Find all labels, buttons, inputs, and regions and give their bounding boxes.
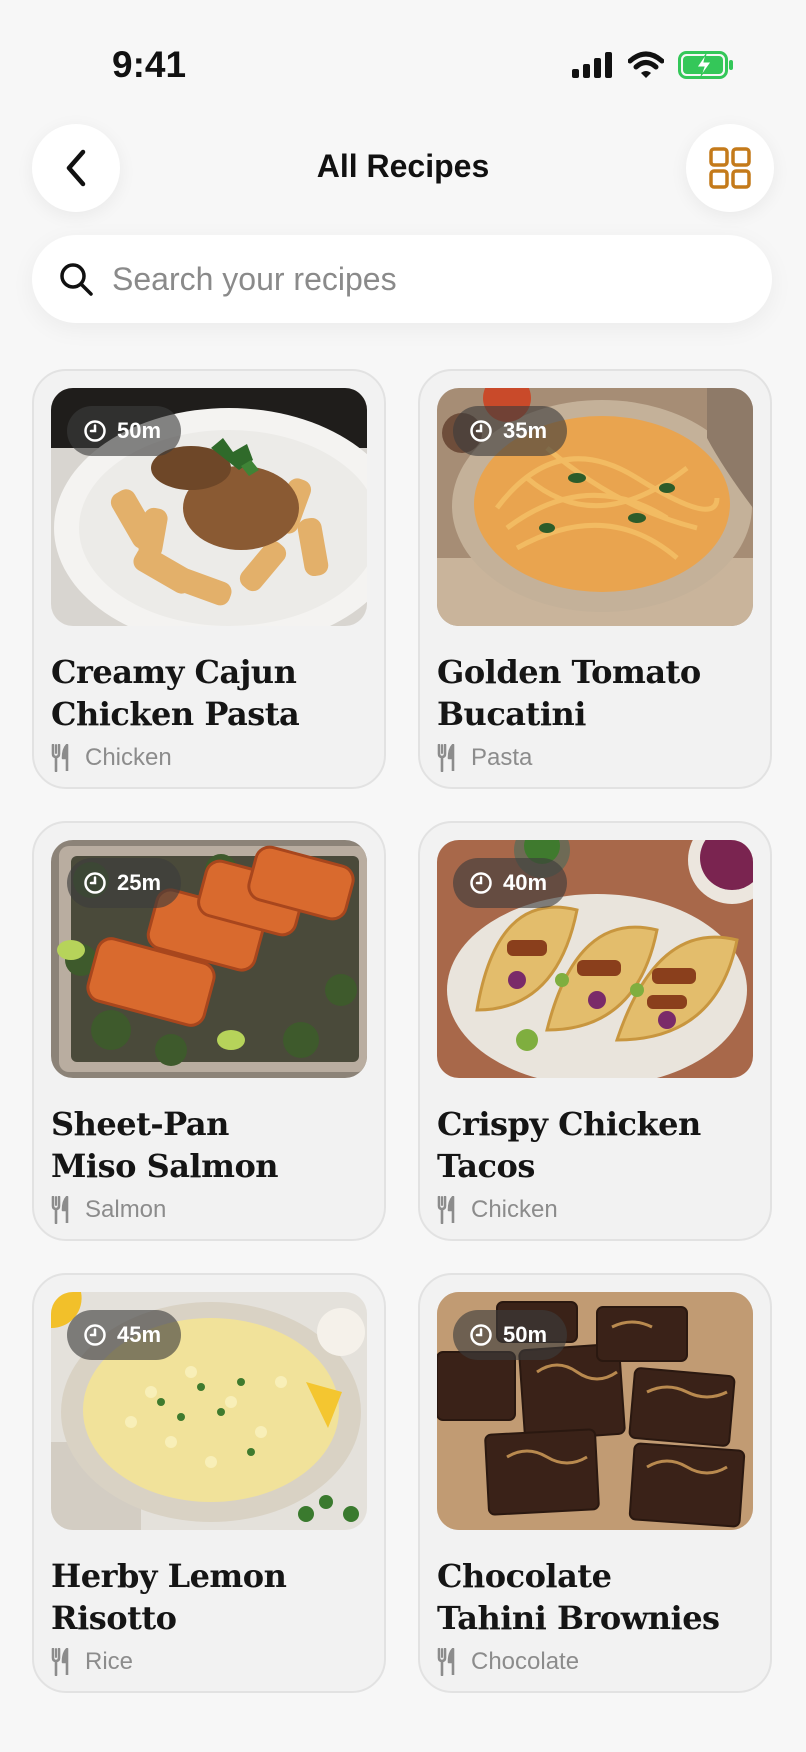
clock-icon (470, 420, 492, 442)
clock-icon (84, 872, 106, 894)
status-icons (572, 48, 734, 82)
recipe-card[interactable]: 45m Herby Lemon Risotto Rice (32, 1273, 386, 1693)
time-label: 45m (117, 1322, 162, 1347)
recipe-title: Sheet-Pan Miso Salmon (51, 1103, 371, 1187)
search-bar[interactable] (32, 235, 772, 323)
recipe-title-line: Herby Lemon (51, 1557, 287, 1595)
fork-knife-icon (437, 744, 455, 772)
recipe-title-line: Bucatini (437, 695, 586, 733)
category-label: Rice (85, 1648, 134, 1675)
clock-icon (84, 420, 106, 442)
recipe-title: Crispy Chicken Tacos (437, 1103, 757, 1187)
recipe-category: Rice (51, 1647, 133, 1677)
recipe-card[interactable]: 25m Sheet-Pan Miso Salmon Salmon (32, 821, 386, 1241)
battery-charging-icon (678, 51, 733, 79)
wifi-icon (628, 51, 664, 78)
category-label: Chicken (471, 1196, 558, 1223)
time-label: 25m (117, 870, 162, 895)
time-badge: 40m (453, 858, 568, 908)
time-label: 50m (503, 1322, 548, 1347)
search-icon (60, 263, 93, 296)
recipe-photo: 50m (51, 388, 367, 626)
cellular-signal-icon (572, 52, 612, 78)
search-input[interactable] (112, 260, 712, 298)
recipe-grid: 50m Creamy Cajun Chicken Pasta Chicken 3… (32, 369, 772, 1693)
fork-knife-icon (51, 1648, 69, 1676)
category-label: Salmon (85, 1196, 167, 1223)
recipe-title-line: Risotto (51, 1599, 177, 1637)
time-badge: 50m (67, 406, 182, 456)
recipe-photo: 45m (51, 1292, 367, 1530)
recipe-title: Herby Lemon Risotto (51, 1555, 371, 1639)
recipe-title-line: Golden Tomato (437, 653, 701, 691)
recipe-category: Salmon (51, 1195, 166, 1225)
recipe-photo: 40m (437, 840, 753, 1078)
time-badge: 35m (453, 406, 568, 456)
status-bar: 9:41 (0, 0, 806, 120)
recipe-title-line: Sheet-Pan (51, 1105, 229, 1143)
header: All Recipes (0, 120, 806, 230)
time-badge: 25m (67, 858, 182, 908)
recipe-category: Chicken (51, 743, 172, 773)
recipe-photo: 50m (437, 1292, 753, 1530)
time-label: 50m (117, 418, 162, 443)
recipe-title: Creamy Cajun Chicken Pasta (51, 651, 371, 735)
time-badge: 45m (67, 1310, 182, 1360)
time-label: 35m (503, 418, 548, 443)
grid-view-button[interactable] (686, 124, 774, 212)
clock-icon (470, 872, 492, 894)
recipe-category: Chocolate (437, 1647, 579, 1677)
recipe-card[interactable]: 35m Golden Tomato Bucatini Pasta (418, 369, 772, 789)
fork-knife-icon (437, 1648, 455, 1676)
recipe-photo: 35m (437, 388, 753, 626)
recipe-title-line: Tahini Brownies (437, 1599, 720, 1637)
status-time: 9:41 (112, 44, 187, 85)
time-label: 40m (503, 870, 548, 895)
recipe-title-line: Miso Salmon (51, 1147, 279, 1185)
recipe-card[interactable]: 50m Chocolate Tahini Brownies Chocolate (418, 1273, 772, 1693)
clock-icon (470, 1324, 492, 1346)
recipe-title-line: Chocolate (437, 1557, 612, 1595)
grid-view-icon (709, 147, 751, 189)
category-label: Pasta (471, 744, 533, 771)
recipe-category: Pasta (437, 743, 532, 773)
recipe-category: Chicken (437, 1195, 558, 1225)
fork-knife-icon (51, 1196, 69, 1224)
recipe-card[interactable]: 40m Crispy Chicken Tacos Chicken (418, 821, 772, 1241)
recipe-title-line: Creamy Cajun (51, 653, 297, 691)
fork-knife-icon (51, 744, 69, 772)
category-label: Chocolate (471, 1648, 580, 1675)
category-label: Chicken (85, 744, 172, 771)
recipe-title: Chocolate Tahini Brownies (437, 1555, 757, 1639)
recipe-title: Golden Tomato Bucatini (437, 651, 757, 735)
recipe-card[interactable]: 50m Creamy Cajun Chicken Pasta Chicken (32, 369, 386, 789)
recipe-title-line: Crispy Chicken (437, 1105, 701, 1143)
recipe-title-line: Tacos (437, 1147, 535, 1185)
recipe-photo: 25m (51, 840, 367, 1078)
clock-icon (84, 1324, 106, 1346)
fork-knife-icon (437, 1196, 455, 1224)
time-badge: 50m (453, 1310, 568, 1360)
recipe-title-line: Chicken Pasta (51, 695, 300, 733)
